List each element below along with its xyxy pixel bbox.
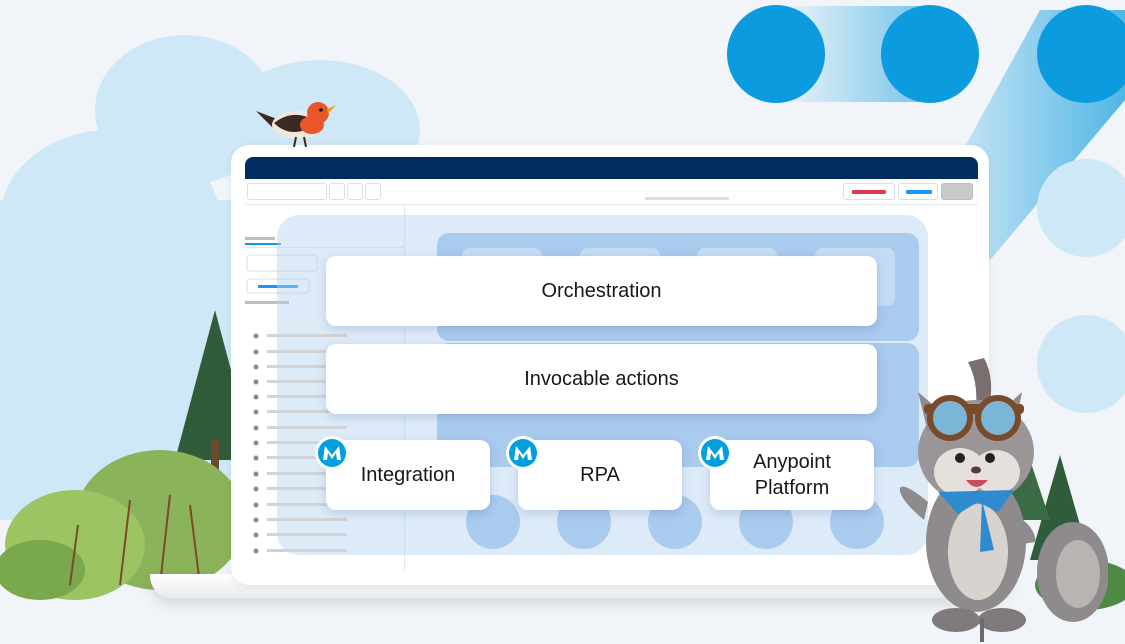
toolbar-blue-button[interactable]	[898, 183, 938, 200]
integration-card[interactable]: Integration	[326, 440, 490, 510]
mulesoft-icon	[315, 436, 349, 470]
invocable-actions-label: Invocable actions	[524, 368, 679, 390]
app-header-bar	[245, 157, 978, 179]
mulesoft-icon	[698, 436, 732, 470]
toolbar-gray-button[interactable]	[941, 183, 973, 200]
toolbar-small-button[interactable]	[365, 183, 381, 200]
rpa-label: RPA	[580, 464, 620, 486]
squirrel-mascot-icon	[899, 358, 1108, 642]
invocable-actions-card[interactable]: Invocable actions	[326, 344, 877, 414]
anypoint-platform-card[interactable]: Anypoint Platform	[710, 440, 874, 510]
toolbar-small-button[interactable]	[329, 183, 345, 200]
rpa-card[interactable]: RPA	[518, 440, 682, 510]
orchestration-card[interactable]: Orchestration	[326, 256, 877, 326]
integration-label: Integration	[360, 464, 456, 486]
bird-icon	[256, 102, 336, 147]
toolbar-field[interactable]	[247, 183, 327, 200]
toolbar-small-button[interactable]	[347, 183, 363, 200]
mulesoft-icon	[506, 436, 540, 470]
anypoint-platform-label: Anypoint Platform	[753, 451, 831, 499]
orchestration-label: Orchestration	[541, 280, 662, 302]
toolbar-red-button[interactable]	[843, 183, 895, 200]
toolbar-divider	[645, 197, 729, 200]
app-toolbar	[245, 179, 978, 205]
